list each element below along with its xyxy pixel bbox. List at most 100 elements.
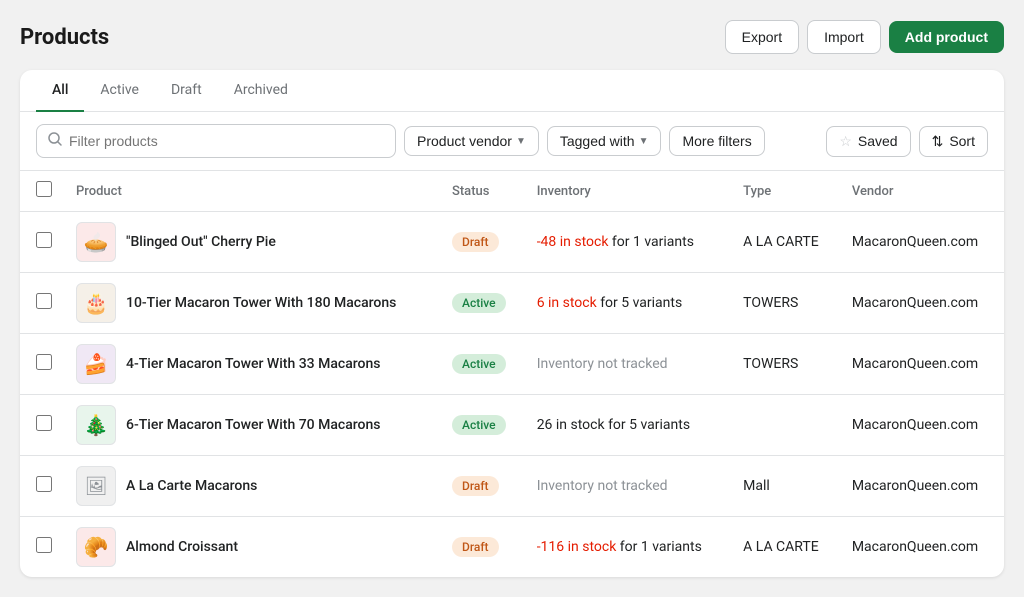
- type-cell-4: Mall: [731, 456, 840, 517]
- search-input[interactable]: [69, 133, 385, 149]
- row-checkbox-cell-3: [20, 395, 64, 456]
- status-badge-4: Draft: [452, 476, 499, 496]
- product-name-2[interactable]: 4-Tier Macaron Tower With 33 Macarons: [126, 355, 380, 373]
- image-placeholder-icon: 🖼: [85, 476, 108, 497]
- tabs-bar: All Active Draft Archived: [20, 70, 1004, 112]
- table-row: 🎂 10-Tier Macaron Tower With 180 Macarons…: [20, 273, 1004, 334]
- inventory-value-3: 26 in stock: [537, 417, 605, 433]
- tab-active[interactable]: Active: [84, 70, 155, 112]
- table-header-row: Product Status Inventory Type Vendor: [20, 171, 1004, 212]
- product-thumbnail-4: 🖼: [76, 466, 116, 506]
- product-name-5[interactable]: Almond Croissant: [126, 538, 238, 556]
- product-cell-2: 🍰 4-Tier Macaron Tower With 33 Macarons: [64, 334, 440, 395]
- status-cell-3: Active: [440, 395, 525, 456]
- vendor-cell-3: MacaronQueen.com: [840, 395, 1004, 456]
- vendor-cell-0: MacaronQueen.com: [840, 212, 1004, 273]
- row-checkbox-5[interactable]: [36, 537, 52, 553]
- inventory-suffix-0: for 1 variants: [608, 234, 693, 250]
- product-cell-0: 🥧 "Blinged Out" Cherry Pie: [64, 212, 440, 273]
- product-name-4[interactable]: A La Carte Macarons: [126, 477, 257, 495]
- product-name-0[interactable]: "Blinged Out" Cherry Pie: [126, 233, 276, 251]
- status-badge-2: Active: [452, 354, 506, 374]
- vendor-cell-1: MacaronQueen.com: [840, 273, 1004, 334]
- filters-bar: Product vendor ▼ Tagged with ▼ More filt…: [20, 112, 1004, 171]
- product-name-1[interactable]: 10-Tier Macaron Tower With 180 Macarons: [126, 294, 396, 312]
- inventory-cell-4: Inventory not tracked: [525, 456, 731, 517]
- chevron-down-icon: ▼: [516, 136, 526, 147]
- inventory-cell-5: -116 in stock for 1 variants: [525, 517, 731, 578]
- more-filters-button[interactable]: More filters: [669, 126, 764, 156]
- row-checkbox-2[interactable]: [36, 354, 52, 370]
- sort-icon: ⇅: [932, 133, 944, 150]
- tab-archived[interactable]: Archived: [218, 70, 304, 112]
- product-thumbnail-icon: 🎄: [84, 413, 109, 437]
- inventory-value-5: -116 in stock: [537, 539, 617, 555]
- star-icon: ☆: [839, 133, 852, 150]
- search-icon: [47, 131, 63, 151]
- table-row: 🖼 A La Carte Macarons Draft Inventory not t…: [20, 456, 1004, 517]
- search-wrapper[interactable]: [36, 124, 396, 158]
- saved-button[interactable]: ☆ Saved: [826, 126, 910, 157]
- select-all-checkbox[interactable]: [36, 181, 52, 197]
- status-badge-0: Draft: [452, 232, 499, 252]
- row-checkbox-cell-5: [20, 517, 64, 578]
- row-checkbox-1[interactable]: [36, 293, 52, 309]
- product-thumbnail-2: 🍰: [76, 344, 116, 384]
- row-checkbox-cell-4: [20, 456, 64, 517]
- chevron-down-icon: ▼: [639, 136, 649, 147]
- vendor-cell-5: MacaronQueen.com: [840, 517, 1004, 578]
- inventory-suffix-1: for 5 variants: [597, 295, 682, 311]
- product-cell-5: 🥐 Almond Croissant: [64, 517, 440, 578]
- product-cell-3: 🎄 6-Tier Macaron Tower With 70 Macarons: [64, 395, 440, 456]
- product-thumbnail-icon: 🎂: [84, 291, 109, 315]
- table-row: 🥐 Almond Croissant Draft -116 in stock for …: [20, 517, 1004, 578]
- tab-all[interactable]: All: [36, 70, 84, 112]
- inventory-cell-2: Inventory not tracked: [525, 334, 731, 395]
- status-badge-1: Active: [452, 293, 506, 313]
- product-thumbnail-icon: 🥐: [84, 535, 109, 559]
- product-name-3[interactable]: 6-Tier Macaron Tower With 70 Macarons: [126, 416, 380, 434]
- tagged-with-filter[interactable]: Tagged with ▼: [547, 126, 662, 156]
- inventory-cell-3: 26 in stock for 5 variants: [525, 395, 731, 456]
- status-badge-5: Draft: [452, 537, 499, 557]
- product-vendor-filter[interactable]: Product vendor ▼: [404, 126, 539, 156]
- table-row: 🍰 4-Tier Macaron Tower With 33 Macarons Ac…: [20, 334, 1004, 395]
- product-cell-1: 🎂 10-Tier Macaron Tower With 180 Macarons: [64, 273, 440, 334]
- product-thumbnail-3: 🎄: [76, 405, 116, 445]
- vendor-column-header: Vendor: [840, 171, 1004, 212]
- row-checkbox-0[interactable]: [36, 232, 52, 248]
- row-checkbox-3[interactable]: [36, 415, 52, 431]
- product-thumbnail-0: 🥧: [76, 222, 116, 262]
- export-button[interactable]: Export: [725, 20, 799, 54]
- type-cell-1: TOWERS: [731, 273, 840, 334]
- inventory-value-2: Inventory not tracked: [537, 356, 668, 372]
- tab-draft[interactable]: Draft: [155, 70, 218, 112]
- sort-button[interactable]: ⇅ Sort: [919, 126, 988, 157]
- inventory-cell-0: -48 in stock for 1 variants: [525, 212, 731, 273]
- vendor-cell-2: MacaronQueen.com: [840, 334, 1004, 395]
- page-title: Products: [20, 25, 109, 50]
- row-checkbox-cell-0: [20, 212, 64, 273]
- vendor-cell-4: MacaronQueen.com: [840, 456, 1004, 517]
- status-cell-4: Draft: [440, 456, 525, 517]
- table-row: 🥧 "Blinged Out" Cherry Pie Draft -48 in sto…: [20, 212, 1004, 273]
- type-cell-0: A LA CARTE: [731, 212, 840, 273]
- inventory-column-header: Inventory: [525, 171, 731, 212]
- status-cell-5: Draft: [440, 517, 525, 578]
- product-column-header: Product: [64, 171, 440, 212]
- type-cell-2: TOWERS: [731, 334, 840, 395]
- product-table: Product Status Inventory Type Vendor: [20, 171, 1004, 577]
- add-product-button[interactable]: Add product: [889, 21, 1004, 53]
- type-cell-5: A LA CARTE: [731, 517, 840, 578]
- page-header: Products Export Import Add product: [20, 20, 1004, 54]
- page-wrapper: Products Export Import Add product All A…: [20, 20, 1004, 577]
- row-checkbox-4[interactable]: [36, 476, 52, 492]
- status-cell-1: Active: [440, 273, 525, 334]
- header-actions: Export Import Add product: [725, 20, 1004, 54]
- import-button[interactable]: Import: [807, 20, 881, 54]
- main-card: All Active Draft Archived: [20, 70, 1004, 577]
- product-thumbnail-icon: 🥧: [84, 230, 109, 254]
- inventory-cell-1: 6 in stock for 5 variants: [525, 273, 731, 334]
- product-thumbnail-1: 🎂: [76, 283, 116, 323]
- product-thumbnail-icon: 🍰: [84, 352, 109, 376]
